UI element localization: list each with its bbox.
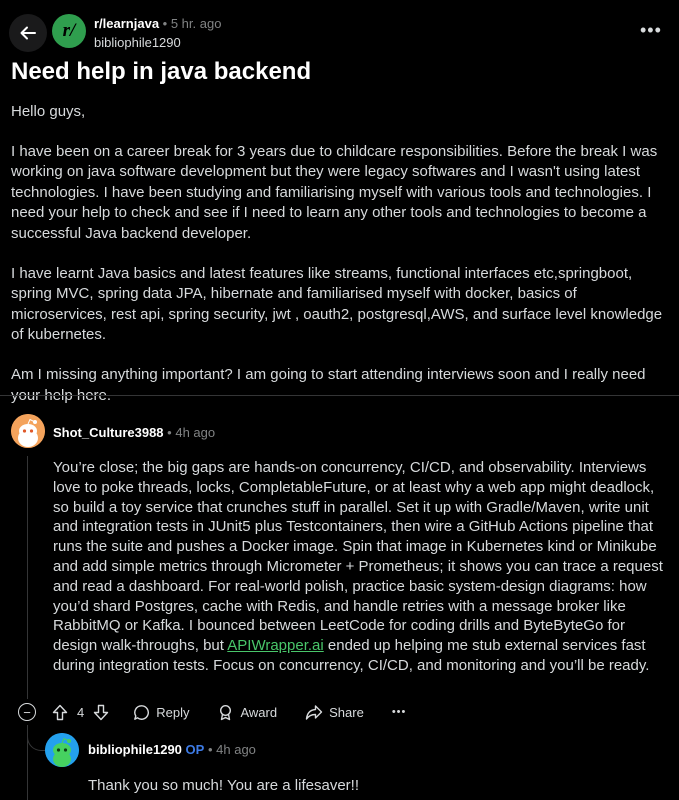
- award-button[interactable]: Award: [217, 704, 277, 721]
- avatar[interactable]: [45, 733, 79, 767]
- vote-count: 4: [77, 704, 85, 720]
- post-paragraph: I have learnt Java basics and latest fea…: [11, 264, 663, 344]
- back-button[interactable]: [9, 14, 47, 52]
- post-body: Hello guys, I have been on a career brea…: [11, 102, 666, 425]
- comment-link[interactable]: APIWrapper.ai: [227, 637, 323, 654]
- reply-connector: [27, 725, 46, 751]
- subreddit-icon[interactable]: r/: [52, 14, 86, 48]
- reply-meta: bibliophile1290 OP • 4h ago: [88, 742, 256, 757]
- snoo-avatar-icon: [11, 414, 45, 448]
- award-icon: [220, 704, 232, 720]
- more-icon[interactable]: •••: [392, 706, 407, 718]
- post-author[interactable]: bibliophile1290: [94, 35, 181, 50]
- vote-control: 4: [52, 704, 109, 721]
- post-paragraph: Hello guys,: [11, 103, 86, 120]
- post-age: 5 hr. ago: [170, 16, 222, 31]
- post-meta: r/learnjava • 5 hr. ago: [94, 16, 222, 31]
- post-title: Need help in java backend: [11, 58, 312, 85]
- divider: [0, 395, 679, 396]
- collapse-icon[interactable]: −: [18, 703, 36, 721]
- comment-meta: Shot_Culture3988 • 4h ago: [53, 425, 216, 440]
- reply-body: Thank you so much! You are a lifesaver!!: [88, 777, 359, 794]
- reply-age: 4h ago: [216, 742, 256, 757]
- comment-actions: − 4 Reply Award Share •••: [18, 700, 406, 724]
- snoo-avatar-icon: [45, 733, 79, 767]
- comment-age: 4h ago: [175, 425, 216, 440]
- subreddit-link[interactable]: r/learnjava: [94, 16, 159, 31]
- share-button[interactable]: Share: [305, 704, 364, 721]
- more-options-icon[interactable]: •••: [640, 20, 662, 41]
- op-badge: OP: [185, 742, 205, 757]
- back-arrow-icon: [20, 26, 36, 40]
- post-paragraph: Am I missing anything important? I am go…: [11, 365, 646, 404]
- comment-author[interactable]: Shot_Culture3988: [53, 425, 164, 440]
- avatar[interactable]: [11, 414, 45, 448]
- post-paragraph: I have been on a career break for 3 year…: [11, 142, 658, 242]
- comment-body: You’re close; the big gaps are hands-on …: [53, 459, 663, 674]
- reply-author[interactable]: bibliophile1290: [88, 742, 182, 757]
- reply-button[interactable]: Reply: [133, 704, 189, 721]
- upvote-icon[interactable]: [52, 704, 68, 721]
- downvote-icon[interactable]: [93, 704, 109, 721]
- thread-line[interactable]: [27, 456, 28, 699]
- share-icon: [305, 704, 323, 720]
- reply-bubble-icon: [134, 704, 150, 720]
